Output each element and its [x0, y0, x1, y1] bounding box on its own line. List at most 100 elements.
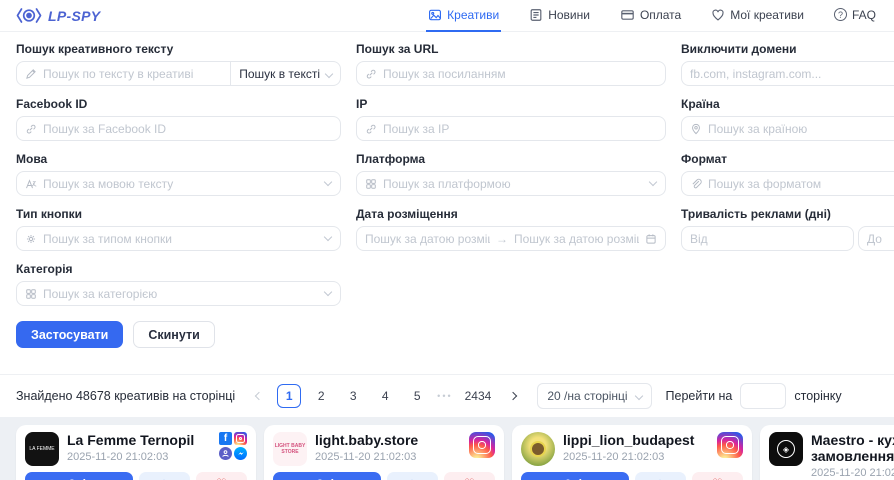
- page-ellipsis[interactable]: •••: [437, 391, 452, 401]
- creative-text-input[interactable]: [43, 67, 222, 81]
- reset-button[interactable]: Скинути: [133, 321, 214, 348]
- creative-text-field[interactable]: [16, 61, 231, 86]
- prev-page-button[interactable]: [249, 384, 269, 408]
- creative-card[interactable]: LIGHT BABY STORE light.baby.store 2025-1…: [264, 425, 504, 480]
- results-summary: Знайдено 48678 креативів на сторінці: [16, 389, 235, 403]
- page-button[interactable]: 5: [405, 384, 429, 408]
- facebook-id-input[interactable]: [43, 122, 332, 136]
- platform-input[interactable]: [383, 177, 644, 191]
- like-button[interactable]: ♡: [692, 472, 743, 480]
- page-size-value: 20 /на сторінці: [547, 389, 627, 403]
- url-field[interactable]: [356, 61, 666, 86]
- link-icon: [365, 123, 377, 135]
- messenger-icon[interactable]: [234, 447, 247, 460]
- duration-from-input[interactable]: [690, 232, 845, 246]
- exclude-domains-input[interactable]: [690, 67, 894, 81]
- card-title[interactable]: light.baby.store: [315, 432, 461, 448]
- audience-network-icon[interactable]: [219, 447, 232, 460]
- format-select[interactable]: [681, 171, 894, 196]
- button-type-label: Тип кнопки: [16, 207, 341, 221]
- days-active-button[interactable]: 3 days: [25, 472, 133, 480]
- location-pin-icon: [690, 123, 702, 135]
- heart-icon: ♡: [464, 476, 476, 480]
- views-button[interactable]: [387, 472, 438, 480]
- nav-payment[interactable]: Оплата: [618, 0, 683, 32]
- button-type-input[interactable]: [43, 232, 319, 246]
- days-active-button[interactable]: 3 days: [273, 472, 381, 480]
- placement-date-label: Дата розміщення: [356, 207, 666, 221]
- image-icon: [428, 8, 442, 22]
- nav-faq[interactable]: ? FAQ: [832, 0, 878, 32]
- heart-icon: ♡: [216, 476, 228, 480]
- nav-news[interactable]: Новини: [527, 0, 592, 32]
- country-field[interactable]: [681, 116, 894, 141]
- grid-icon: [25, 288, 37, 300]
- duration-to-input[interactable]: [867, 232, 894, 246]
- apply-button[interactable]: Застосувати: [16, 321, 123, 348]
- language-input[interactable]: [43, 177, 319, 191]
- platform-select[interactable]: [356, 171, 666, 196]
- duration-label: Тривалість реклами (дні): [681, 207, 894, 221]
- next-page-button[interactable]: [503, 384, 523, 408]
- card-date: 2025-11-20 21:02:03: [67, 451, 211, 463]
- goto-prefix: Перейти на: [666, 389, 733, 403]
- card-title[interactable]: La Femme Ternopil: [67, 432, 211, 448]
- grid-icon: [365, 178, 377, 190]
- date-to-input[interactable]: [514, 232, 639, 246]
- page-button-last[interactable]: 2434: [461, 384, 496, 408]
- instagram-icon[interactable]: [717, 432, 743, 458]
- brand-logo[interactable]: LP-SPY: [16, 7, 100, 24]
- nav-label: Креативи: [447, 8, 499, 22]
- facebook-id-field[interactable]: [16, 116, 341, 141]
- creative-card[interactable]: lippi_lion_budapest 2025-11-20 21:02:03 …: [512, 425, 752, 480]
- views-button[interactable]: [635, 472, 686, 480]
- url-label: Пошук за URL: [356, 42, 666, 56]
- days-active-button[interactable]: 0 days: [521, 472, 629, 480]
- nav-label: Новини: [548, 8, 590, 22]
- duration-from-field[interactable]: [681, 226, 854, 251]
- language-select[interactable]: [16, 171, 341, 196]
- creative-card[interactable]: LA FEMME La Femme Ternopil 2025-11-20 21…: [16, 425, 256, 480]
- facebook-icon[interactable]: f: [219, 432, 232, 445]
- calendar-icon: [645, 233, 657, 245]
- pencil-icon: [25, 68, 37, 80]
- card-title[interactable]: lippi_lion_budapest: [563, 432, 709, 448]
- nav-label: FAQ: [852, 8, 876, 22]
- country-input[interactable]: [708, 122, 894, 136]
- instagram-icon[interactable]: [469, 432, 495, 458]
- like-button[interactable]: ♡: [444, 472, 495, 480]
- nav-my-creatives[interactable]: Мої креативи: [709, 0, 806, 32]
- placement-date-range[interactable]: →: [356, 226, 666, 251]
- instagram-icon[interactable]: [234, 432, 247, 445]
- format-input[interactable]: [708, 177, 894, 191]
- platform-label: Платформа: [356, 152, 666, 166]
- nav-creatives[interactable]: Креативи: [426, 0, 501, 32]
- page-button[interactable]: 2: [309, 384, 333, 408]
- page-button[interactable]: 1: [277, 384, 301, 408]
- page-size-select[interactable]: 20 /на сторінці: [537, 383, 651, 409]
- date-from-input[interactable]: [365, 232, 490, 246]
- chevron-left-icon: [255, 392, 263, 400]
- pager: 1 2 3 4 5 ••• 2434: [249, 384, 523, 408]
- top-header: LP-SPY Креативи Новини Оплата Мої креати…: [0, 0, 894, 32]
- duration-to-field[interactable]: [858, 226, 894, 251]
- card-date: 2025-11-20 21:02:03: [811, 467, 894, 479]
- ip-input[interactable]: [383, 122, 657, 136]
- exclude-domains-field[interactable]: [681, 61, 894, 86]
- views-button[interactable]: [139, 472, 190, 480]
- advertiser-avatar: ◈: [769, 432, 803, 466]
- url-input[interactable]: [383, 67, 657, 81]
- page-button[interactable]: 3: [341, 384, 365, 408]
- creative-card[interactable]: ◈ Maestro - кухні, меблі на замовлення в…: [760, 425, 894, 480]
- page-button[interactable]: 4: [373, 384, 397, 408]
- goto-page-input[interactable]: [740, 383, 786, 409]
- facebook-id-label: Facebook ID: [16, 97, 341, 111]
- text-search-mode-select[interactable]: Пошук в тексті: [231, 61, 341, 86]
- brand-name: LP-SPY: [48, 8, 100, 24]
- category-input[interactable]: [43, 287, 319, 301]
- like-button[interactable]: ♡: [196, 472, 247, 480]
- card-title[interactable]: Maestro - кухні, меблі на замовлення в У…: [811, 432, 894, 464]
- button-type-select[interactable]: [16, 226, 341, 251]
- category-select[interactable]: [16, 281, 341, 306]
- ip-field[interactable]: [356, 116, 666, 141]
